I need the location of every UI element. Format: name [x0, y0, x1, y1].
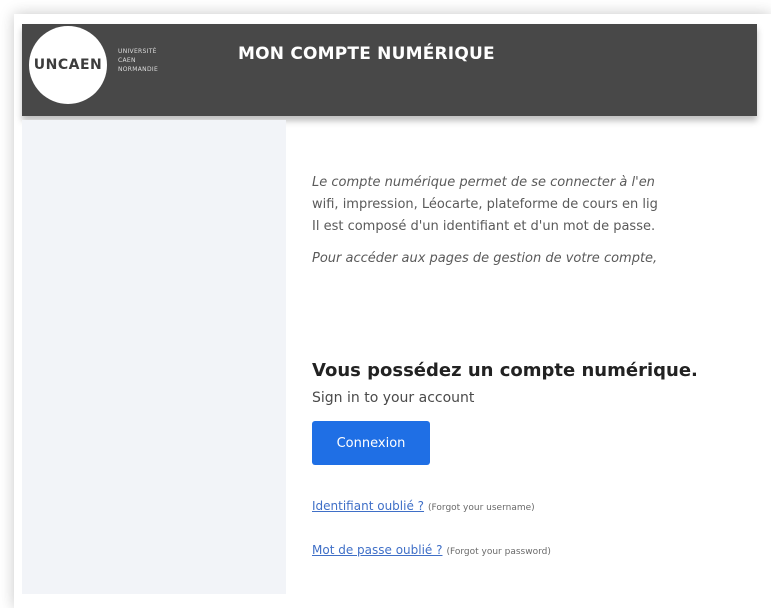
- logo-text: UNCAEN: [33, 57, 103, 73]
- intro-line: Il est composé d'un identifiant et d'un …: [312, 219, 656, 234]
- forgot-password-row: Mot de passe oublié ? (Forgot your passwo…: [312, 543, 551, 557]
- forgot-password-hint: (Forgot your password): [446, 547, 551, 557]
- forgot-username-hint: (Forgot your username): [428, 503, 535, 513]
- intro-line: Le compte numérique permet de se connect…: [312, 175, 655, 190]
- logo-sub-line: UNIVERSITÉ: [118, 48, 157, 55]
- forgot-username-link[interactable]: Identifiant oublié ?: [312, 499, 424, 513]
- sidebar: [22, 120, 286, 594]
- intro-content: Le compte numérique permet de se connect…: [312, 172, 757, 270]
- connexion-button[interactable]: Connexion: [312, 421, 430, 465]
- intro-line: wifi, impression, Léocarte, plateforme d…: [312, 197, 658, 212]
- university-logo[interactable]: UNCAEN: [29, 26, 107, 104]
- sign-in-subheading: Sign in to your account: [312, 390, 475, 406]
- logo-subtitle: UNIVERSITÉ CAEN NORMANDIE: [118, 47, 158, 74]
- logo-sub-line: NORMANDIE: [118, 66, 159, 73]
- account-heading: Vous possédez un compte numérique.: [312, 360, 698, 381]
- forgot-username-row: Identifiant oublié ? (Forgot your usernam…: [312, 499, 535, 513]
- site-header: UNCAEN UNIVERSITÉ CAEN NORMANDIE MON COM…: [22, 24, 757, 116]
- access-line: Pour accéder aux pages de gestion de vot…: [312, 251, 658, 266]
- logo-sub-line: CAEN: [118, 57, 136, 64]
- forgot-password-link[interactable]: Mot de passe oublié ?: [312, 543, 443, 557]
- page-title: MON COMPTE NUMÉRIQUE: [238, 44, 495, 64]
